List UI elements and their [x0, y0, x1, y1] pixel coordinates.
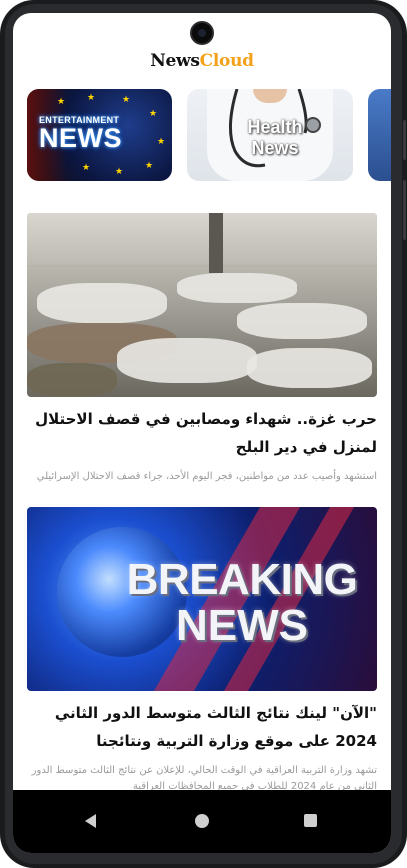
- breaking-news-graphic: BREAKING NEWS: [117, 557, 367, 649]
- shroud-shape: [27, 363, 117, 397]
- star-icon: ★: [157, 137, 166, 147]
- star-icon: ★: [149, 109, 158, 119]
- back-icon[interactable]: [85, 814, 96, 828]
- health-label-line2: News: [251, 138, 299, 158]
- article-image[interactable]: [27, 213, 377, 397]
- shroud-shape: [177, 273, 297, 303]
- person-figure: [209, 213, 223, 273]
- category-carousel[interactable]: ★ ★ ★ ★ ★ ★ ★ ★ ENTERTAINMENT NEWS Healt…: [13, 89, 391, 181]
- shroud-shape: [247, 348, 372, 388]
- app-logo: NewsCloud: [13, 51, 391, 71]
- article-title[interactable]: "الآن" لينك نتائج الثالث متوسط الدور الث…: [27, 699, 377, 755]
- tent-ceiling: [27, 213, 377, 265]
- category-entertainment-card[interactable]: ★ ★ ★ ★ ★ ★ ★ ★ ENTERTAINMENT NEWS: [27, 89, 172, 181]
- star-icon: ★: [82, 163, 91, 173]
- breaking-text-line2: NEWS: [176, 601, 308, 650]
- volume-button: [403, 120, 406, 160]
- logo-cloud-text: Cloud: [199, 51, 254, 71]
- home-icon[interactable]: [195, 814, 209, 828]
- power-button: [403, 180, 406, 240]
- front-camera: [190, 21, 214, 45]
- star-icon: ★: [145, 161, 154, 171]
- entertainment-label: ENTERTAINMENT NEWS: [39, 115, 122, 152]
- star-icon: ★: [122, 95, 131, 105]
- article-title[interactable]: حرب غزة.. شهداء ومصابين في قصف الاحتلال …: [27, 405, 377, 461]
- category-next-card[interactable]: [368, 89, 391, 181]
- article-card[interactable]: BREAKING NEWS "الآن" لينك نتائج الثالث م…: [27, 507, 377, 797]
- article-card[interactable]: حرب غزة.. شهداء ومصابين في قصف الاحتلال …: [27, 213, 377, 503]
- article-description: استشهد وأصيب عدد من مواطنين، فجر اليوم ا…: [36, 471, 377, 482]
- system-navigation-bar: [13, 790, 391, 853]
- breaking-text-line1: BREAKING: [126, 555, 358, 604]
- logo-news-text: News: [150, 51, 200, 71]
- star-icon: ★: [115, 167, 124, 177]
- health-label: Health News: [225, 117, 325, 159]
- star-icon: ★: [87, 93, 96, 103]
- entertainment-label-line2: NEWS: [39, 123, 122, 153]
- star-icon: ★: [57, 97, 66, 107]
- shroud-shape: [237, 303, 367, 339]
- health-label-line1: Health: [247, 117, 303, 137]
- app-screen: NewsCloud ★ ★ ★ ★ ★ ★ ★ ★ ENTERTAINMENT …: [13, 13, 391, 853]
- recents-icon[interactable]: [304, 814, 317, 827]
- shroud-shape: [37, 283, 167, 323]
- article-image[interactable]: BREAKING NEWS: [27, 507, 377, 691]
- shroud-shape: [117, 338, 257, 383]
- category-health-card[interactable]: Health News: [187, 89, 353, 181]
